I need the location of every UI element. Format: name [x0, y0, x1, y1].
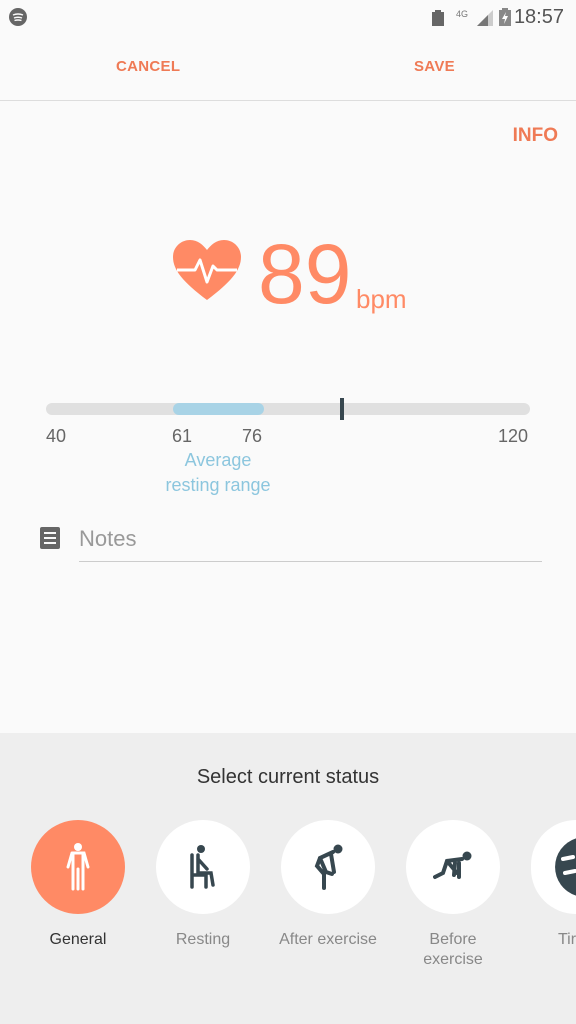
- status-general-button[interactable]: [31, 820, 125, 914]
- battery-charging-icon: [499, 8, 511, 26]
- range-label-line2: resting range: [165, 475, 271, 495]
- info-button[interactable]: INFO: [513, 125, 558, 147]
- before-label-line1: Before: [429, 931, 477, 948]
- scale-min: 40: [46, 426, 67, 446]
- status-before-exercise-button[interactable]: [406, 820, 500, 914]
- status-bar: 4G 18:57: [0, 0, 576, 36]
- heart-rate-value: 89: [258, 227, 352, 321]
- status-panel-title: Select current status: [196, 766, 380, 788]
- resting-range-bar: [173, 403, 264, 415]
- range-label-line1: Average: [184, 450, 252, 470]
- range-high: 76: [242, 426, 263, 446]
- cancel-button[interactable]: CANCEL: [116, 58, 180, 75]
- range-label: Average resting range: [140, 448, 296, 498]
- scale-max: 120: [498, 426, 529, 446]
- status-after-exercise-label: After exercise: [279, 931, 377, 948]
- signal-icon: [477, 10, 493, 26]
- notes-input[interactable]: Notes: [79, 526, 136, 552]
- divider: [0, 100, 576, 101]
- before-label-line2: exercise: [423, 951, 483, 968]
- save-button[interactable]: SAVE: [414, 58, 455, 75]
- bent-over-person-icon: [314, 844, 343, 890]
- status-resting-button[interactable]: [156, 820, 250, 914]
- heart-rate-icon: [173, 240, 241, 300]
- spotify-icon: [9, 8, 27, 26]
- status-general-label: General: [49, 931, 107, 948]
- heart-rate-unit: bpm: [356, 284, 407, 314]
- standing-person-icon: [66, 843, 90, 891]
- status-resting-label: Resting: [175, 931, 231, 948]
- status-after-exercise-button[interactable]: [281, 820, 375, 914]
- notes-underline: [79, 561, 542, 562]
- status-tired-label: Tired: [558, 931, 576, 948]
- clock: 18:57: [513, 6, 564, 28]
- sitting-person-icon: [190, 845, 215, 889]
- battery-saver-icon: [432, 10, 444, 26]
- tired-face-icon: [555, 838, 576, 896]
- current-value-marker: [340, 398, 345, 420]
- range-low: 61: [172, 426, 193, 446]
- notes-icon: [40, 527, 60, 549]
- status-before-exercise-label: Before exercise: [388, 930, 518, 970]
- heart-rate-scale: [46, 403, 530, 415]
- network-type: 4G: [456, 9, 469, 19]
- crouching-person-icon: [433, 851, 472, 879]
